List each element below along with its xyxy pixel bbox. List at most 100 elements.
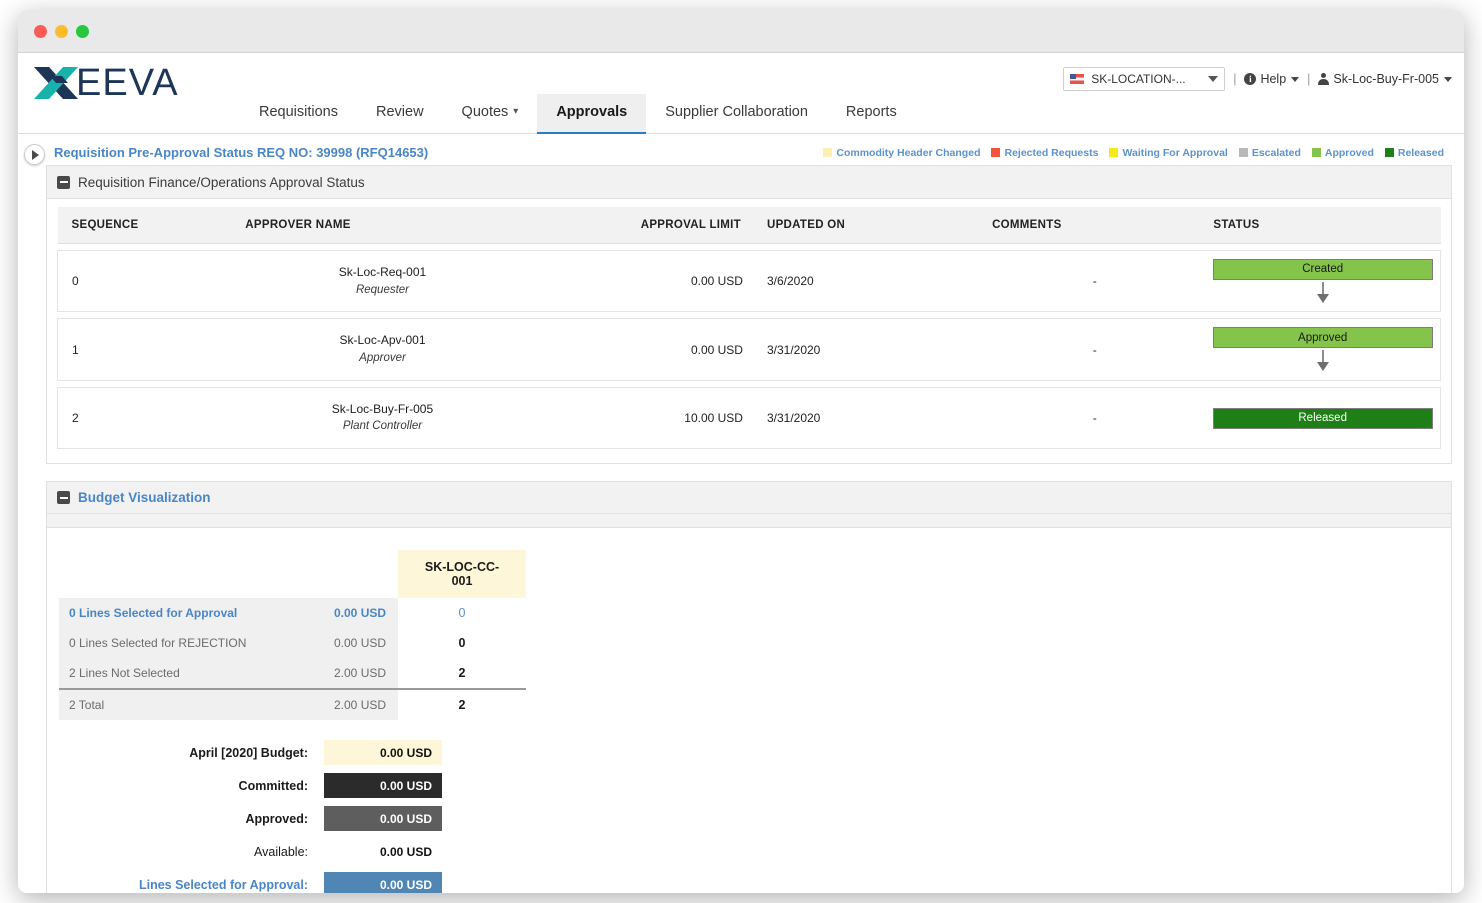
summary-amount: 0.00 USD (324, 628, 399, 659)
cell-approver-name: Sk-Loc-Apv-001 Approver (237, 318, 528, 381)
arrow-down-icon (1315, 281, 1331, 304)
nav-label: Quotes (461, 104, 509, 120)
separator: | (1307, 72, 1311, 86)
table-body: 0 Sk-Loc-Req-001 Requester 0.00 USD 3/6/… (57, 244, 1442, 450)
page-body: Requisition Pre-Approval Status REQ NO: … (18, 134, 1464, 893)
legend-swatch (1109, 148, 1119, 157)
budget-subbar (46, 514, 1452, 529)
budget-section-header[interactable]: Budget Visualization (46, 481, 1452, 515)
table-header-row: SEQUENCE APPROVER NAME APPROVAL LIMIT UP… (57, 207, 1441, 244)
table-header: SEQUENCE APPROVER NAME APPROVAL LIMIT UP… (57, 207, 1441, 244)
legend-item-rejected-requests: Rejected Requests (991, 147, 1098, 159)
budget-section-title: Budget Visualization (78, 490, 211, 506)
page-title: Requisition Pre-Approval Status REQ NO: … (54, 145, 429, 160)
help-menu[interactable]: i Help (1244, 72, 1300, 86)
cell-approver-name: Sk-Loc-Req-001 Requester (237, 249, 528, 313)
status-badge[interactable]: Approved (1212, 327, 1433, 349)
table-row: 0 Lines Selected for REJECTION 0.00 USD … (59, 628, 526, 659)
budget-row-value-cell: 0.00 USD (324, 773, 442, 799)
status-badge[interactable]: Created (1212, 258, 1433, 280)
budget-detail-table: April [2020] Budget: 0.00 USD Committed:… (59, 732, 442, 893)
budget-row-value: 0.00 USD (324, 740, 442, 766)
column-header-status: STATUS (1205, 207, 1441, 244)
nav-item-approvals[interactable]: Approvals (537, 94, 647, 134)
approval-section-header[interactable]: Requisition Finance/Operations Approval … (46, 166, 1452, 199)
window-controls (34, 24, 89, 38)
column-header-approval-limit: APPROVAL LIMIT (527, 207, 749, 244)
xeeva-logo[interactable]: EEVA (34, 63, 179, 103)
xeeva-x-icon (34, 67, 78, 99)
status-flow: Released (1211, 407, 1434, 429)
sidebar-expand-button[interactable] (24, 144, 45, 165)
budget-row-label: Approved: (245, 811, 309, 826)
collapse-icon[interactable] (57, 175, 70, 189)
window-titlebar (18, 10, 1464, 53)
cell-comments: - (984, 249, 1206, 313)
minimize-window-button[interactable] (55, 24, 68, 38)
chevron-down-icon (1208, 76, 1219, 82)
maximize-window-button[interactable] (76, 24, 89, 38)
summary-label: 0 Lines Selected for Approval (59, 598, 324, 629)
close-window-button[interactable] (34, 24, 47, 38)
cell-comments: - (984, 386, 1206, 450)
cell-status: Released (1205, 386, 1442, 450)
table-total-row: 2 Total 2.00 USD 2 (59, 688, 527, 721)
header-utility-bar: SK-LOCATION-... | i Help | Sk-Loc-Buy-Fr… (1063, 67, 1452, 91)
legend-swatch (991, 148, 1001, 157)
logo-wordmark: EEVA (76, 62, 179, 104)
spacer-cell (59, 550, 324, 598)
app-header: EEVA Requisitions Review Quotes ▾ Approva… (18, 53, 1464, 134)
browser-window: EEVA Requisitions Review Quotes ▾ Approva… (18, 10, 1464, 893)
budget-section-body: SK-LOC-CC-001 0 Lines Selected for Appro… (46, 528, 1452, 893)
legend-item-escalated: Escalated (1238, 147, 1301, 159)
cell-status: Created (1205, 249, 1442, 313)
summary-count[interactable]: 0 (398, 598, 526, 628)
total-amount: 2.00 USD (324, 688, 399, 721)
nav-item-reports[interactable]: Reports (827, 94, 916, 133)
nav-item-quotes[interactable]: Quotes ▾ (443, 94, 538, 133)
chevron-down-icon: ▾ (513, 106, 519, 117)
legend-label: Rejected Requests (1004, 146, 1099, 159)
main-nav: Requisitions Review Quotes ▾ Approvals Su… (240, 93, 916, 134)
budget-row-april-budget: April [2020] Budget: 0.00 USD (59, 740, 442, 766)
approval-section-title: Requisition Finance/Operations Approval … (78, 174, 365, 190)
summary-amount: 0.00 USD (324, 598, 399, 629)
column-header-updated-on: UPDATED ON (748, 207, 985, 244)
nav-label: Reports (845, 104, 897, 120)
user-menu[interactable]: Sk-Loc-Buy-Fr-005 (1318, 72, 1452, 86)
table-row[interactable]: 2 Sk-Loc-Buy-Fr-005 Plant Controller 10.… (57, 386, 1442, 450)
legend-item-approved: Approved (1311, 146, 1374, 159)
budget-row-value-cell: 0.00 USD (324, 872, 442, 893)
cell-updated-on: 3/31/2020 (748, 386, 985, 450)
approver-role: Plant Controller (342, 420, 423, 433)
budget-summary-table: SK-LOC-CC-001 0 Lines Selected for Appro… (59, 550, 527, 721)
table-row[interactable]: 0 Sk-Loc-Req-001 Requester 0.00 USD 3/6/… (57, 249, 1442, 313)
legend-swatch (1311, 148, 1321, 157)
summary-label: 0 Lines Selected for REJECTION (59, 628, 324, 659)
status-badge[interactable]: Released (1212, 407, 1433, 429)
budget-row-lines-selected-for-approval: Lines Selected for Approval: 0.00 USD (59, 872, 442, 893)
app-viewport: EEVA Requisitions Review Quotes ▾ Approva… (18, 53, 1464, 893)
nav-item-supplier-collaboration[interactable]: Supplier Collaboration (646, 94, 827, 133)
table-row: 0 Lines Selected for Approval 0.00 USD 0 (59, 598, 526, 629)
nav-item-review[interactable]: Review (357, 94, 443, 133)
approver-id: Sk-Loc-Apv-001 (339, 333, 426, 348)
nav-label: Review (376, 104, 424, 120)
cost-center-header: SK-LOC-CC-001 (398, 550, 527, 599)
budget-row-value: 0.00 USD (379, 844, 432, 859)
summary-count: 0 (458, 636, 466, 651)
cell-status: Approved (1205, 318, 1442, 381)
chevron-right-icon (32, 149, 39, 160)
nav-item-requisitions[interactable]: Requisitions (240, 94, 357, 133)
location-value: SK-LOCATION-... (1091, 72, 1186, 86)
legend-swatch (1238, 148, 1248, 157)
help-label: Help (1260, 72, 1287, 86)
legend-label: Approved (1324, 146, 1374, 159)
location-select[interactable]: SK-LOCATION-... (1063, 67, 1226, 91)
budget-row-value: 0.00 USD (324, 872, 442, 893)
chevron-down-icon (1444, 76, 1452, 82)
status-flow: Approved (1211, 327, 1434, 372)
table-row[interactable]: 1 Sk-Loc-Apv-001 Approver 0.00 USD 3/31/… (57, 318, 1442, 381)
chevron-down-icon (1291, 76, 1300, 82)
collapse-icon[interactable] (57, 491, 70, 505)
